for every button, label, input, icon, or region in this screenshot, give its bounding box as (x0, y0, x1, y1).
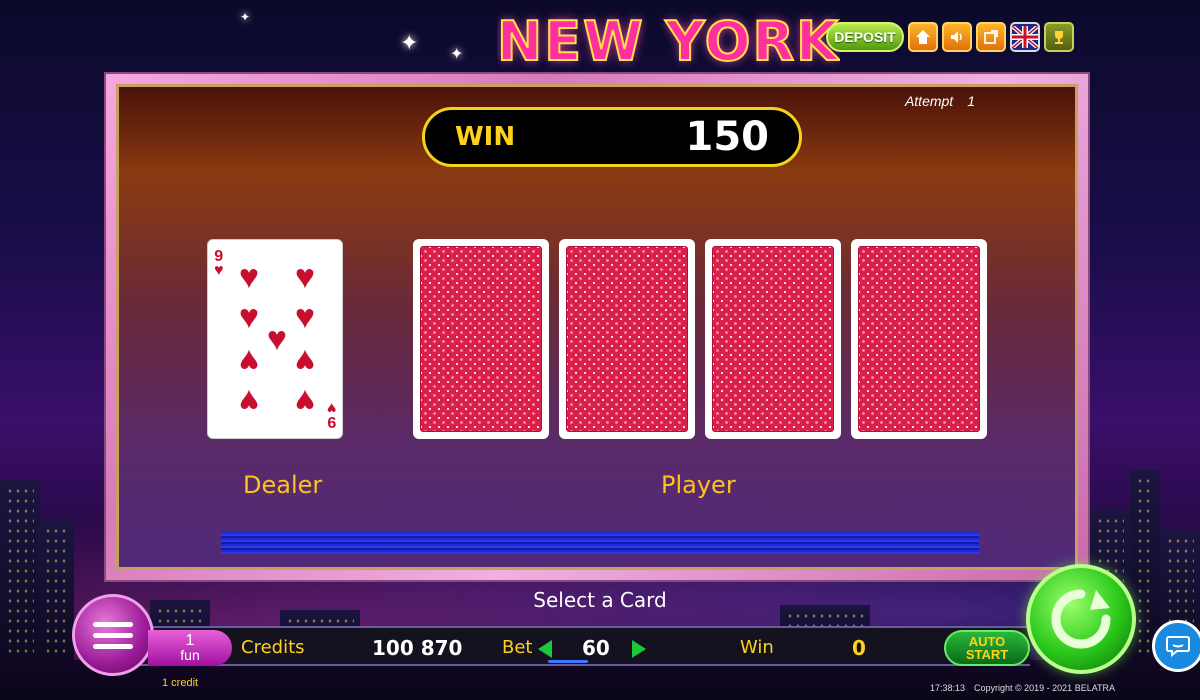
sound-icon (951, 31, 962, 43)
bet-label: Bet (502, 637, 533, 658)
heart-pip-icon: ♥ (294, 382, 316, 420)
sparkle-icon: ✦ (240, 10, 251, 24)
player-card-3[interactable] (705, 239, 841, 439)
player-card-2[interactable] (559, 239, 695, 439)
game-board-frame: Attempt 1 WIN 150 9 ♥ 9 ♥ ♥ ♥ ♥ ♥ ♥ ♥ ♥ … (104, 72, 1090, 582)
attempt-label: Attempt (904, 93, 954, 109)
card-back (858, 246, 980, 432)
heart-pip-icon: ♥ (238, 258, 260, 296)
card-back (566, 246, 688, 432)
copyright-text: Copyright © 2019 - 2021 BELATRA (974, 683, 1116, 693)
denomination-unit: fun (180, 647, 200, 663)
player-card-1[interactable] (413, 239, 549, 439)
menu-icon (93, 621, 133, 627)
denomination-badge[interactable]: 1 fun (148, 630, 232, 666)
bet-increase-button[interactable] (632, 640, 646, 658)
chat-button[interactable] (1152, 620, 1200, 672)
credit-note: 1 credit (162, 677, 199, 689)
chat-icon (1166, 636, 1190, 658)
game-board: Attempt 1 WIN 150 9 ♥ 9 ♥ ♥ ♥ ♥ ♥ ♥ ♥ ♥ … (116, 84, 1078, 570)
message-bar (221, 532, 979, 554)
denomination-value: 1 (185, 632, 195, 649)
fullscreen-button[interactable] (976, 22, 1006, 52)
uk-flag-icon (1012, 26, 1038, 48)
win-label-bottom: Win (740, 637, 774, 658)
language-button[interactable] (1010, 22, 1040, 52)
win-amount: 150 (685, 114, 770, 160)
menu-button[interactable] (72, 594, 154, 676)
sound-button[interactable] (942, 22, 972, 52)
auto-start-button[interactable]: AUTO START (944, 630, 1030, 666)
bet-decrease-button[interactable] (538, 640, 552, 658)
heart-pip-icon: ♥ (294, 342, 316, 380)
dealer-label: Dealer (243, 471, 323, 499)
heart-pip-icon: ♥ (238, 342, 260, 380)
bet-value: 60 (582, 636, 610, 660)
heart-pip-icon: ♥ (294, 258, 316, 296)
win-label: WIN (455, 122, 516, 152)
trophy-button[interactable] (1044, 22, 1074, 52)
attempt-value: 1 (967, 93, 975, 109)
trophy-icon (1055, 31, 1063, 44)
fullscreen-icon (984, 30, 998, 44)
deposit-button[interactable]: DEPOSIT (826, 22, 904, 52)
start-spin-button[interactable] (1026, 564, 1136, 674)
credits-value: 100 870 (372, 636, 463, 660)
win-value-bottom: 0 (852, 636, 866, 660)
home-icon (916, 30, 930, 44)
refresh-arrow-icon (1051, 589, 1111, 649)
attempt-indicator: Attempt 1 (905, 93, 975, 109)
game-title: NEW YORK (497, 9, 840, 74)
clock-text: 17:38:13 (930, 683, 966, 693)
win-display: WIN 150 (422, 107, 802, 167)
heart-pip-icon: ♥ (238, 382, 260, 420)
home-button[interactable] (908, 22, 938, 52)
dealer-card: 9 ♥ 9 ♥ ♥ ♥ ♥ ♥ ♥ ♥ ♥ ♥ ♥ (207, 239, 343, 439)
sparkle-icon: ✦ (400, 30, 419, 55)
player-label: Player (661, 471, 736, 499)
card-back (420, 246, 542, 432)
player-card-4[interactable] (851, 239, 987, 439)
credits-label: Credits (241, 637, 305, 658)
auto-start-label-2: START (965, 647, 1009, 662)
card-back (712, 246, 834, 432)
top-controls: DEPOSIT (826, 22, 1074, 52)
card-corner-bottom: 9 ♥ (326, 399, 337, 430)
prompt-text: Select a Card (533, 588, 667, 612)
card-corner-top: 9 ♥ (214, 248, 224, 279)
bet-indicator (548, 660, 588, 663)
sparkle-icon: ✦ (450, 46, 464, 63)
